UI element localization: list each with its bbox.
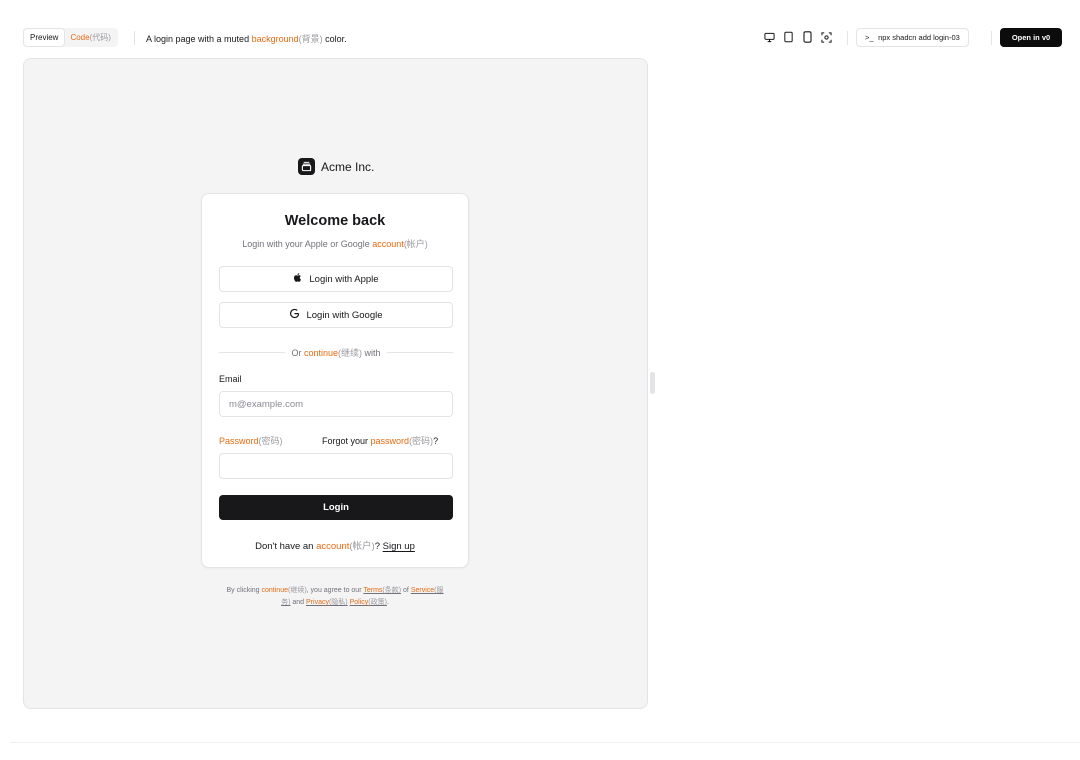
subtitle-highlight: account (372, 239, 404, 249)
forgot-text: Forgot your (322, 436, 371, 446)
terms-link[interactable]: Terms(条款) (363, 587, 401, 594)
toolbar-divider (134, 31, 135, 45)
fullscreen-icon[interactable] (820, 30, 833, 44)
policy-link[interactable]: Policy(政策) (350, 599, 387, 606)
signup-highlight: account (316, 541, 350, 552)
command-text: npx shadcn add login-03 (878, 33, 960, 42)
terms-text: . (386, 599, 389, 606)
login-button[interactable]: Login (219, 495, 453, 520)
divider-translation: (继续) (338, 348, 363, 358)
forgot-translation: (密码) (409, 436, 434, 446)
toolbar: Preview Code(代码) A login page with a mut… (0, 0, 1080, 58)
terms-text: , you agree to our (306, 587, 364, 594)
apple-icon (293, 272, 303, 286)
google-icon (289, 308, 300, 322)
forgot-highlight: password (370, 436, 410, 446)
login-with-apple-button[interactable]: Login with Apple (219, 266, 453, 292)
description-highlight: background (251, 34, 299, 44)
tab-code-label: Code (70, 33, 90, 42)
tab-preview-label: Preview (30, 33, 59, 42)
terms-text: and (290, 599, 307, 606)
mobile-icon[interactable] (801, 30, 814, 44)
terms-link-translation: (条款) (382, 587, 402, 594)
description-suffix: color. (322, 34, 347, 44)
password-label-text: Password (219, 436, 259, 446)
divider-prefix: Or (291, 348, 304, 358)
privacy-link[interactable]: Privacy(隐私) (306, 599, 348, 606)
device-toggle-group (763, 30, 833, 44)
or-divider: Or continue(继续) with (219, 346, 454, 359)
password-field[interactable] (219, 453, 453, 479)
toolbar-divider (991, 31, 992, 45)
divider-line (219, 352, 286, 353)
gallery-icon (298, 158, 315, 175)
card-title: Welcome back (284, 213, 386, 229)
service-link-label: Service (410, 587, 435, 594)
resize-handle[interactable] (650, 372, 655, 394)
apple-button-label: Login with Apple (309, 273, 379, 285)
desktop-icon[interactable] (763, 30, 776, 44)
password-label: Password(密码) (219, 434, 283, 447)
tablet-icon[interactable] (782, 30, 795, 44)
policy-link-translation: (政策) (368, 599, 387, 606)
view-tabs: Preview Code(代码) (23, 28, 118, 47)
login-with-google-button[interactable]: Login with Google (219, 302, 453, 328)
terms-link-label: Terms (363, 587, 383, 594)
tab-code[interactable]: Code(代码) (64, 29, 116, 46)
policy-link-label: Policy (349, 599, 369, 606)
open-in-v0-button[interactable]: Open in v0 (1000, 28, 1062, 47)
page-divider (10, 742, 1080, 743)
subtitle-text: Login with your Apple or Google (242, 239, 373, 249)
email-label: Email (219, 374, 242, 384)
forgot-suffix: ? (433, 436, 439, 446)
email-field[interactable] (219, 391, 453, 417)
privacy-link-translation: (隐私) (328, 599, 348, 606)
divider-suffix: with (362, 348, 381, 358)
terms-notice: By clicking continue(继续), you agree to o… (226, 585, 444, 609)
login-card: Welcome back Login with your Apple or Go… (201, 193, 469, 568)
signup-text: Don't have an (255, 541, 317, 552)
signup-translation: (帐户) (349, 541, 375, 552)
signup-prompt: Don't have an account(帐户)? Sign up (202, 538, 468, 552)
terms-translation: (继续) (287, 587, 307, 594)
terms-highlight: continue (261, 587, 288, 594)
forgot-password-link[interactable]: Forgot your password(密码)? (322, 434, 438, 447)
divider-line (386, 352, 454, 353)
privacy-link-label: Privacy (306, 599, 329, 606)
brand-name: Acme Inc. (321, 159, 375, 174)
card-subtitle: Login with your Apple or Google account(… (202, 237, 468, 250)
google-button-label: Login with Google (306, 309, 383, 321)
sign-up-link[interactable]: Sign up (383, 541, 415, 552)
signup-question: ? (374, 541, 383, 552)
tab-preview[interactable]: Preview (24, 29, 65, 46)
block-description: A login page with a muted background(背景)… (146, 32, 347, 45)
terms-text: of (401, 587, 411, 594)
terms-text: By clicking (226, 587, 262, 594)
tab-code-translation: (代码) (89, 33, 111, 42)
description-text: A login page with a muted (146, 34, 252, 44)
description-translation: (背景) (298, 34, 323, 44)
copy-command-button[interactable]: >_ npx shadcn add login-03 (856, 28, 969, 47)
divider-highlight: continue (303, 348, 339, 358)
password-label-translation: (密码) (258, 436, 283, 446)
subtitle-translation: (帐户) (403, 239, 428, 249)
toolbar-divider (847, 31, 848, 45)
divider-text: Or continue(继续) with (291, 346, 380, 359)
terminal-icon: >_ (865, 33, 874, 42)
brand[interactable]: Acme Inc. (298, 158, 374, 175)
